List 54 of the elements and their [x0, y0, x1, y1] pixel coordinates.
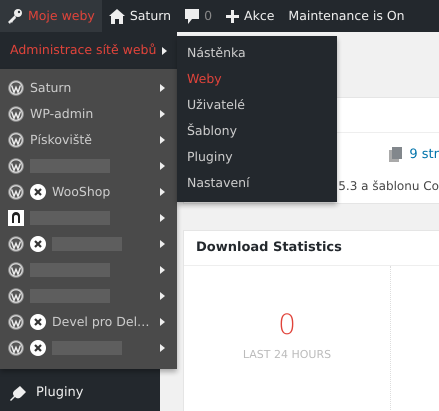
sidebar-item[interactable]: Pluginy: [0, 375, 160, 411]
download-count: 0: [278, 311, 296, 339]
submenu-item[interactable]: Nastavení: [177, 170, 337, 196]
site-menu-item[interactable]: Saturn: [0, 75, 177, 101]
pages-icon: [389, 147, 404, 162]
wordpress-logo-icon: [8, 158, 24, 174]
arrow-icon: [160, 84, 165, 92]
submenu-item[interactable]: Šablony: [177, 118, 337, 144]
wordpress-logo-icon: [8, 106, 24, 122]
close-icon: [30, 340, 46, 356]
arrow-icon: [160, 162, 165, 170]
admin-bar-item[interactable]: Moje weby: [0, 0, 102, 32]
wordpress-logo-icon: [8, 288, 24, 304]
site-menu-item[interactable]: Devel pro Del…: [0, 309, 177, 335]
close-icon: [30, 236, 46, 252]
site-menu-item[interactable]: WP-admin: [0, 101, 177, 127]
admin-bar-item[interactable]: 0: [178, 0, 220, 32]
site-menu-item[interactable]: Pískoviště: [0, 127, 177, 153]
theme-info-text: 5.3 a šablonu Co: [338, 178, 439, 194]
wordpress-logo-icon: [8, 262, 24, 278]
pages-link[interactable]: 9 str: [409, 145, 439, 164]
submenu-item[interactable]: Weby: [177, 66, 337, 92]
plus-icon: [226, 10, 240, 22]
key-icon: [7, 8, 23, 24]
arrow-icon: [160, 318, 165, 326]
card-title: Download Statistics: [184, 231, 439, 266]
wordpress-logo-icon: [8, 314, 24, 330]
arrow-icon: [160, 188, 165, 196]
admin-bar-item[interactable]: Akce: [219, 0, 282, 32]
wordpress-logo-icon: [8, 80, 24, 96]
wordpress-logo-icon: [8, 132, 24, 148]
arrow-icon: [160, 110, 165, 118]
arrow-icon: [160, 344, 165, 352]
logo-icon: [8, 210, 24, 226]
arrow-icon: [160, 136, 165, 144]
house-icon: [108, 8, 125, 24]
close-icon: [30, 314, 46, 330]
arrow-icon: [160, 266, 165, 274]
site-menu-item[interactable]: WooShop: [0, 179, 177, 205]
wordpress-logo-icon: [8, 236, 24, 252]
plug-icon: [10, 384, 28, 402]
submenu-item[interactable]: Nástěnka: [177, 40, 337, 66]
arrow-icon: [160, 214, 165, 222]
admin-bar-item[interactable]: Saturn: [102, 0, 178, 32]
close-icon: [30, 184, 46, 200]
submenu-item[interactable]: Pluginy: [177, 144, 337, 170]
period-label: LAST 24 HOURS: [242, 347, 332, 363]
speech-bubble-icon: [185, 8, 200, 24]
wordpress-logo-icon: [8, 184, 24, 200]
admin-bar-item[interactable]: Maintenance is On: [281, 0, 412, 32]
submenu-item[interactable]: Uživatelé: [177, 92, 337, 118]
arrow-icon: [160, 292, 165, 300]
arrow-icon: [160, 240, 165, 248]
wordpress-logo-icon: [8, 340, 24, 356]
